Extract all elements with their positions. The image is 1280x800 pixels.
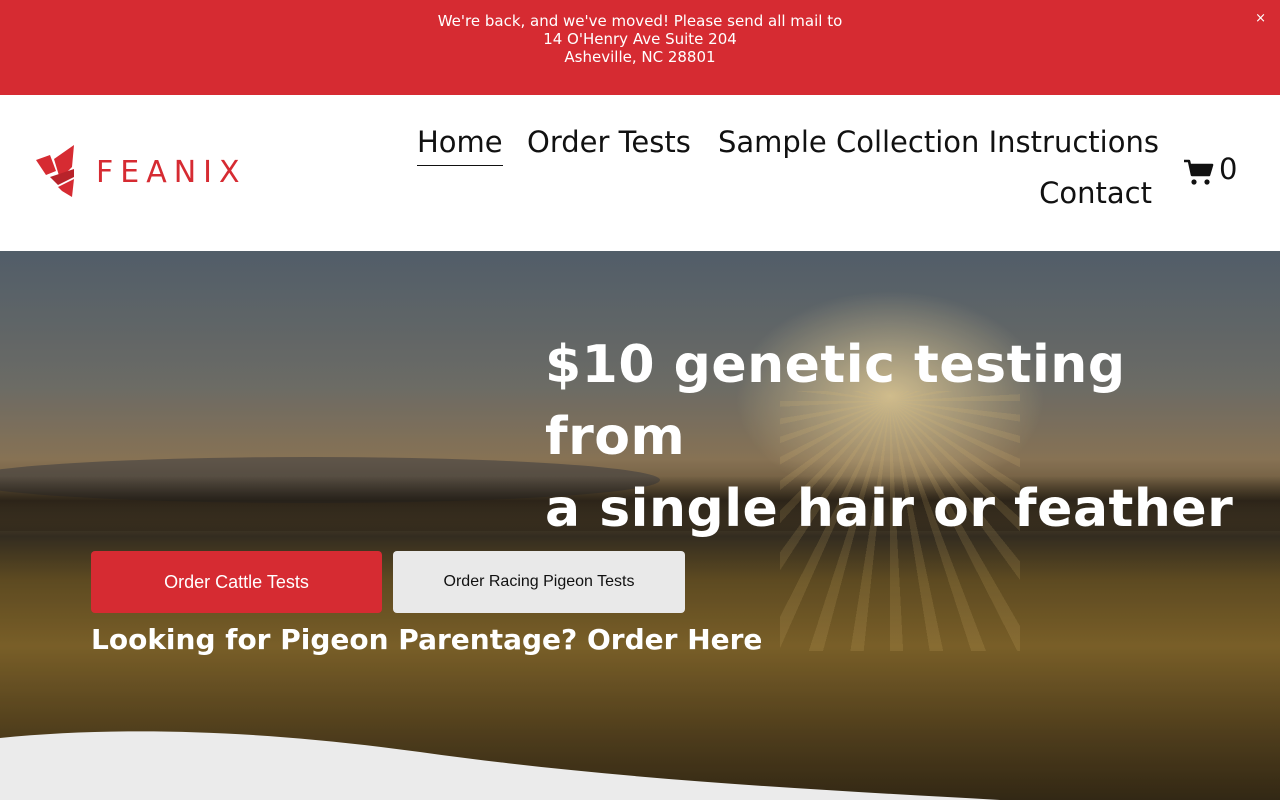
announcement-text: We're back, and we've moved! Please send… <box>0 12 1280 66</box>
nav-sample-collection-instructions[interactable]: Sample Collection Instructions <box>718 125 1159 159</box>
site-header: FEANIX Home Order Tests Sample Collectio… <box>0 95 1280 251</box>
section-divider-wave <box>0 731 1000 800</box>
announcement-line-3: Asheville, NC 28801 <box>564 48 716 66</box>
announcement-line-1: We're back, and we've moved! Please send… <box>437 12 843 30</box>
feanix-bird-icon <box>36 145 74 197</box>
order-racing-pigeon-tests-button[interactable]: Order Racing Pigeon Tests <box>393 551 685 613</box>
hero-headline-line-2: a single hair or feather <box>545 479 1234 539</box>
announcement-line-2: 14 O'Henry Ave Suite 204 <box>543 30 737 48</box>
nav-order-tests[interactable]: Order Tests <box>527 125 691 159</box>
close-icon[interactable]: × <box>1255 10 1266 28</box>
pigeon-parentage-link[interactable]: Looking for Pigeon Parentage? Order Here <box>91 623 762 656</box>
logo-wordmark: FEANIX <box>96 155 247 190</box>
announcement-bar: We're back, and we've moved! Please send… <box>0 0 1280 95</box>
cart-count: 0 <box>1219 152 1238 186</box>
hero-headline: $10 genetic testing from a single hair o… <box>545 329 1245 545</box>
main-nav: Home Order Tests Sample Collection Instr… <box>380 125 1159 235</box>
nav-home[interactable]: Home <box>417 125 503 166</box>
cart-icon <box>1184 159 1214 185</box>
order-cattle-tests-button[interactable]: Order Cattle Tests <box>91 551 382 613</box>
hero-headline-line-1: $10 genetic testing from <box>545 335 1126 467</box>
nav-contact[interactable]: Contact <box>1039 176 1152 210</box>
hero-section: $10 genetic testing from a single hair o… <box>0 251 1280 800</box>
logo[interactable]: FEANIX <box>36 145 256 201</box>
